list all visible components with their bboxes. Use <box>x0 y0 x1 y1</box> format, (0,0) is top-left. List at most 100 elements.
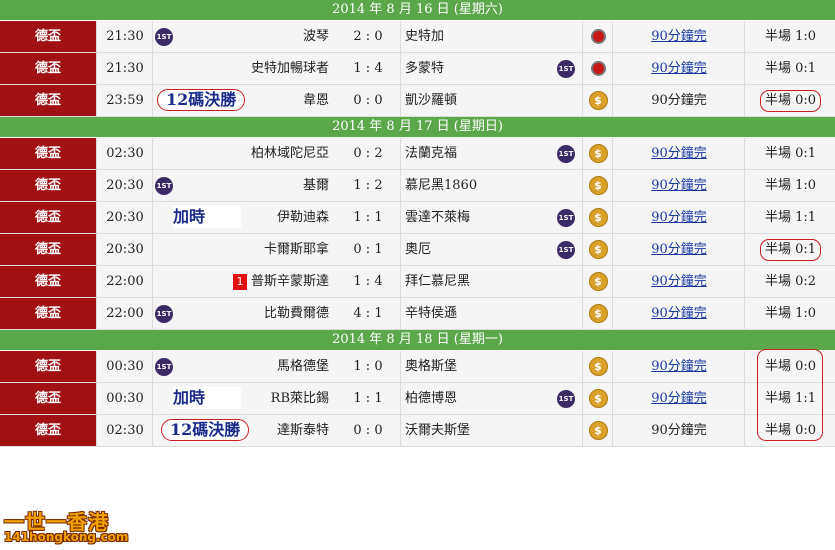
half-time-score: 半場 0:0 <box>759 90 822 112</box>
away-team-name[interactable]: 慕尼黑1860 <box>405 170 477 201</box>
match-row: 德盃 21:30 史特加暢球者 1 : 4 多蒙特 1ST 90分鐘完 半場 0:1 <box>0 53 835 85</box>
away-team-name[interactable]: 多蒙特 <box>405 53 444 84</box>
kickoff-time: 20:30 <box>96 202 153 233</box>
half-time-score: 半場 0:0 <box>764 359 817 374</box>
status-cell: 90分鐘完 <box>612 85 745 116</box>
home-team-label: 比勒費爾德 <box>263 306 329 321</box>
match-row: 德盃 21:30 1ST 波琴 2 : 0 史特加 90分鐘完 半場 1:0 <box>0 21 835 53</box>
match-score: 4 : 1 <box>353 306 383 321</box>
home-team-name[interactable]: 卡爾斯耶拿 <box>264 234 329 265</box>
kickoff-time: 00:30 <box>96 351 153 382</box>
home-team-name[interactable]: 比勒費爾德 <box>264 298 329 329</box>
league-cell: 德盃 <box>0 85 96 116</box>
match-row: 德盃 00:30 1ST 馬格德堡 1 : 0 奧格斯堡 $90分鐘完 半場 0:0 <box>0 351 835 383</box>
match-score: 1 : 0 <box>353 359 383 374</box>
half-time-score: 半場 1:1 <box>764 210 817 225</box>
status-cell: 90分鐘完 <box>612 234 745 265</box>
away-team-cell: 慕尼黑1860 <box>400 170 583 201</box>
half-time-cell: 半場 1:0 <box>744 298 835 329</box>
match-note-tag: 加時 <box>173 387 241 409</box>
league-cell: 德盃 <box>0 170 96 201</box>
dollar-icon[interactable]: $ <box>588 144 608 163</box>
odds-cell: $ <box>582 415 613 446</box>
home-team-cell: 1ST 馬格德堡 <box>152 351 337 382</box>
home-team-name[interactable]: 達斯泰特 <box>277 415 329 446</box>
away-team-name[interactable]: 奧厄 <box>405 234 431 265</box>
status-link[interactable]: 90分鐘完 <box>651 242 707 257</box>
half-time-score: 半場 0:1 <box>764 61 817 76</box>
away-team-name[interactable]: 奧格斯堡 <box>405 351 457 382</box>
away-team-name[interactable]: 史特加 <box>405 21 444 52</box>
home-team-cell: 12碼決勝 韋恩 <box>152 85 337 116</box>
league-cell: 德盃 <box>0 351 96 382</box>
dollar-icon[interactable]: $ <box>588 389 608 408</box>
half-time-cell: 半場 1:0 <box>744 170 835 201</box>
kickoff-time: 02:30 <box>96 415 153 446</box>
home-team-name[interactable]: 史特加暢球者 <box>251 53 329 84</box>
league-cell: 德盃 <box>0 202 96 233</box>
half-time-cell: 半場 0:2 <box>744 266 835 297</box>
away-team-name[interactable]: 沃爾夫斯堡 <box>405 415 470 446</box>
red-dot-icon[interactable] <box>590 29 606 44</box>
match-note-tag: 12碼決勝 <box>161 419 250 441</box>
status-text: 90分鐘完 <box>651 93 707 108</box>
away-team-name[interactable]: 拜仁慕尼黑 <box>405 266 470 297</box>
status-link[interactable]: 90分鐘完 <box>651 61 707 76</box>
league-cell: 德盃 <box>0 298 96 329</box>
home-team-label: 卡爾斯耶拿 <box>263 242 329 257</box>
away-team-cell: 法蘭克福 1ST <box>400 138 583 169</box>
status-link[interactable]: 90分鐘完 <box>651 306 707 321</box>
home-team-name[interactable]: 柏林域陀尼亞 <box>251 138 329 169</box>
home-team-name[interactable]: 韋恩 <box>303 85 329 116</box>
match-row: 德盃 22:00 1ST 比勒費爾德 4 : 1 辛特侯遜 $90分鐘完 半場 1:0 <box>0 298 835 330</box>
dollar-icon[interactable]: $ <box>588 421 608 440</box>
home-team-name[interactable]: 波琴 <box>303 21 329 52</box>
home-team-name[interactable]: 馬格德堡 <box>277 351 329 382</box>
home-team-name[interactable]: 基爾 <box>303 170 329 201</box>
status-link[interactable]: 90分鐘完 <box>651 178 707 193</box>
status-link[interactable]: 90分鐘完 <box>651 274 707 289</box>
status-link[interactable]: 90分鐘完 <box>651 146 707 161</box>
status-link[interactable]: 90分鐘完 <box>651 359 707 374</box>
match-row: 德盃 02:30 柏林域陀尼亞 0 : 2 法蘭克福 1ST $90分鐘完 半場 0:1 <box>0 138 835 170</box>
status-cell: 90分鐘完 <box>612 415 745 446</box>
kickoff-time: 20:30 <box>96 234 153 265</box>
away-team-name[interactable]: 辛特侯遜 <box>405 298 457 329</box>
home-team-name[interactable]: 伊勒迪森 <box>277 202 329 233</box>
first-goal-icon: 1ST <box>557 209 575 227</box>
red-dot-icon[interactable] <box>590 61 606 76</box>
home-team-name[interactable]: 1 普斯辛蒙斯達 <box>232 266 329 297</box>
status-link[interactable]: 90分鐘完 <box>651 210 707 225</box>
match-row: 德盃 22:00 1 普斯辛蒙斯達 1 : 4 拜仁慕尼黑 $90分鐘完 半場 0:2 <box>0 266 835 298</box>
away-team-name[interactable]: 法蘭克福 <box>405 138 457 169</box>
dollar-icon[interactable]: $ <box>588 208 608 227</box>
half-time-score: 半場 0:2 <box>764 274 817 289</box>
away-team-name[interactable]: 凱沙羅頓 <box>405 85 457 116</box>
match-row: 德盃 20:30 加時 伊勒迪森 1 : 1 雲達不萊梅 1ST $90分鐘完 半場 1:1 <box>0 202 835 234</box>
dollar-icon[interactable]: $ <box>588 176 608 195</box>
match-row: 德盃 23:59 12碼決勝 韋恩 0 : 0 凱沙羅頓 $90分鐘完 半場 0:0 <box>0 85 835 117</box>
match-row: 德盃 00:30 加時 RB萊比錫 1 : 1 柏德博恩 1ST $90分鐘完 半場 1:1 <box>0 383 835 415</box>
match-score: 1 : 1 <box>353 391 383 406</box>
away-team-cell: 沃爾夫斯堡 <box>400 415 583 446</box>
league-cell: 德盃 <box>0 21 96 52</box>
status-link[interactable]: 90分鐘完 <box>651 29 707 44</box>
first-goal-icon: 1ST <box>557 60 575 78</box>
away-team-name[interactable]: 雲達不萊梅 <box>405 202 470 233</box>
match-score: 1 : 4 <box>353 274 383 289</box>
dollar-icon[interactable]: $ <box>588 357 608 376</box>
half-time-cell: 半場 0:0 <box>744 351 835 382</box>
match-score: 0 : 2 <box>353 146 383 161</box>
home-team-label: 史特加暢球者 <box>250 61 329 76</box>
dollar-icon[interactable]: $ <box>588 272 608 291</box>
dollar-icon[interactable]: $ <box>588 91 608 110</box>
home-team-label: RB萊比錫 <box>270 391 329 406</box>
away-team-name[interactable]: 柏德博恩 <box>405 383 457 414</box>
match-score: 2 : 0 <box>353 29 383 44</box>
dollar-icon[interactable]: $ <box>588 304 608 323</box>
home-team-name[interactable]: RB萊比錫 <box>271 383 329 414</box>
kickoff-time: 23:59 <box>96 85 153 116</box>
status-link[interactable]: 90分鐘完 <box>651 391 707 406</box>
dollar-icon[interactable]: $ <box>588 240 608 259</box>
home-team-label: 基爾 <box>302 178 329 193</box>
